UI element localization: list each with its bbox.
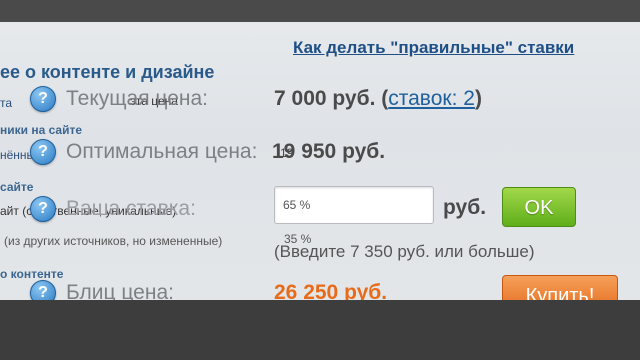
help-icon[interactable]: ? <box>30 86 56 112</box>
bid-input[interactable] <box>274 186 434 224</box>
ghost-text: (из других источников, но измененные) <box>4 234 223 248</box>
ghost-text: сайте <box>0 180 34 194</box>
auction-page: Как делать "правильные" ставки ее о конт… <box>0 22 640 300</box>
help-icon[interactable]: ? <box>30 196 56 222</box>
bid-hint: (Введите 7 350 руб. или больше) <box>274 242 535 261</box>
currency-label: руб. <box>443 196 487 219</box>
video-top-bar <box>0 0 640 22</box>
ghost-text: та <box>0 96 13 110</box>
ghost-text: ники на сайте <box>0 123 83 137</box>
video-bottom-bar <box>0 300 640 360</box>
optimal-price-value: 19 950 руб. <box>272 140 386 163</box>
your-bid-label: Ваша ставка: <box>66 197 196 220</box>
help-icon[interactable]: ? <box>30 139 56 165</box>
blitz-price-label: Блиц цена: <box>66 281 174 300</box>
current-price-value: 7 000 руб. (ставок: 2) <box>274 87 482 110</box>
ok-button[interactable]: OK <box>502 187 576 227</box>
current-price-label: Текущая цена: <box>66 87 208 110</box>
how-to-bid-link[interactable]: Как делать "правильные" ставки <box>293 38 574 58</box>
ghost-text: о контенте <box>0 267 64 281</box>
buy-button[interactable]: Купить! <box>502 275 618 300</box>
blitz-price-value: 26 250 руб. <box>274 281 388 300</box>
help-icon[interactable]: ? <box>30 280 56 300</box>
optimal-price-label: Оптимальная цена: <box>66 140 258 163</box>
bids-count-link[interactable]: ставок: 2 <box>388 87 475 110</box>
section-title: ее о контенте и дизайне <box>0 62 215 82</box>
